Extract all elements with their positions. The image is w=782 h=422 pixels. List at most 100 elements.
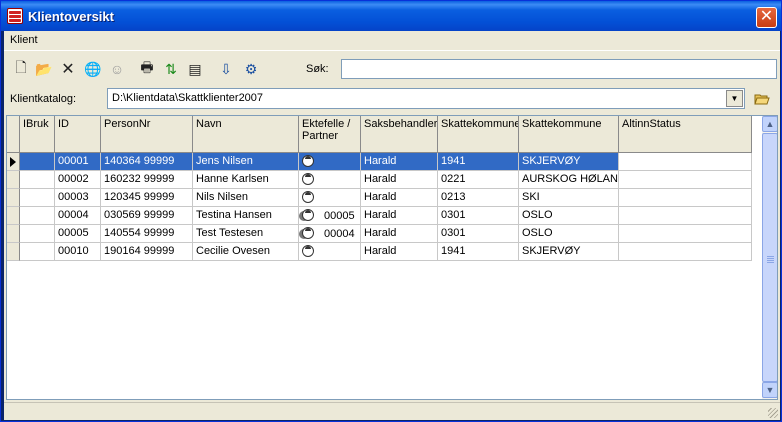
- row-indicator[interactable]: [7, 171, 20, 189]
- table-row[interactable]: 00005 140554 99999 Test Testesen 00004 Haral…: [7, 225, 752, 243]
- new-document-icon[interactable]: 🗋: [10, 59, 32, 79]
- cell-navn[interactable]: Hanne Karlsen: [193, 171, 299, 189]
- row-indicator[interactable]: [7, 207, 20, 225]
- cell-kommune-nr[interactable]: 0213: [438, 189, 519, 207]
- column-header-navn[interactable]: Navn: [193, 116, 299, 153]
- row-indicator[interactable]: [7, 243, 20, 261]
- cell-kommune-nr[interactable]: 1941: [438, 243, 519, 261]
- scroll-up-icon[interactable]: ▲: [762, 116, 777, 132]
- cell-personnr[interactable]: 120345 99999: [101, 189, 193, 207]
- cell-altinn[interactable]: [619, 153, 752, 171]
- printer-icon[interactable]: 🖶: [136, 59, 158, 79]
- cell-ibruk[interactable]: [20, 189, 55, 207]
- cell-saksbehandler[interactable]: Harald: [361, 243, 438, 261]
- column-header-altinn[interactable]: AltinnStatus: [619, 116, 752, 153]
- cell-navn[interactable]: Testina Hansen: [193, 207, 299, 225]
- column-header-saksbehandler[interactable]: Saksbehandler: [361, 116, 438, 153]
- row-indicator[interactable]: [7, 225, 20, 243]
- cell-saksbehandler[interactable]: Harald: [361, 189, 438, 207]
- cell-id[interactable]: 00010: [55, 243, 101, 261]
- cell-navn[interactable]: Nils Nilsen: [193, 189, 299, 207]
- cell-id[interactable]: 00001: [55, 153, 101, 171]
- cell-kommune-navn[interactable]: SKJERVØY: [519, 243, 619, 261]
- menu-bar: Klient: [4, 31, 780, 51]
- cell-id[interactable]: 00004: [55, 207, 101, 225]
- cell-kommune-navn[interactable]: OSLO: [519, 207, 619, 225]
- cell-altinn[interactable]: [619, 189, 752, 207]
- refresh-icon[interactable]: ⇅: [160, 59, 182, 79]
- cell-kommune-navn[interactable]: SKI: [519, 189, 619, 207]
- table-row[interactable]: 00004 030569 99999 Testina Hansen 00005 Hara…: [7, 207, 752, 225]
- cell-kommune-nr[interactable]: 0221: [438, 171, 519, 189]
- close-button[interactable]: ✕: [756, 7, 777, 28]
- partner-id: 00004: [324, 228, 355, 240]
- cell-navn[interactable]: Test Testesen: [193, 225, 299, 243]
- table-row[interactable]: 00002 160232 99999 Hanne Karlsen Harald 0221…: [7, 171, 752, 189]
- cell-partner[interactable]: [299, 153, 361, 171]
- cell-altinn[interactable]: [619, 207, 752, 225]
- cell-partner[interactable]: [299, 171, 361, 189]
- table-row[interactable]: 00003 120345 99999 Nils Nilsen Harald 0213 SK…: [7, 189, 752, 207]
- cell-partner[interactable]: [299, 243, 361, 261]
- cell-ibruk[interactable]: [20, 243, 55, 261]
- cell-navn[interactable]: Jens Nilsen: [193, 153, 299, 171]
- cell-kommune-nr[interactable]: 0301: [438, 225, 519, 243]
- vertical-scrollbar[interactable]: ▲ ▼: [762, 116, 777, 399]
- row-indicator[interactable]: [7, 153, 20, 171]
- cell-personnr[interactable]: 160232 99999: [101, 171, 193, 189]
- catalog-dropdown[interactable]: D:\Klientdata\Skattklienter2007 ▼: [107, 88, 745, 109]
- cell-partner[interactable]: [299, 189, 361, 207]
- cell-ibruk[interactable]: [20, 153, 55, 171]
- search-input[interactable]: [341, 59, 777, 79]
- cell-id[interactable]: 00003: [55, 189, 101, 207]
- settings-icon[interactable]: ⚙: [240, 59, 262, 79]
- face-icon[interactable]: ☺: [106, 59, 128, 79]
- column-header-ibruk[interactable]: IBruk: [20, 116, 55, 153]
- open-folder-icon[interactable]: 📂: [33, 59, 55, 79]
- cell-ibruk[interactable]: [20, 207, 55, 225]
- cell-saksbehandler[interactable]: Harald: [361, 207, 438, 225]
- column-header-personnr[interactable]: PersonNr: [101, 116, 193, 153]
- row-indicator[interactable]: [7, 189, 20, 207]
- cell-altinn[interactable]: [619, 171, 752, 189]
- scroll-down-icon[interactable]: ▼: [762, 382, 777, 398]
- resize-grip-icon[interactable]: [768, 408, 778, 418]
- cell-saksbehandler[interactable]: Harald: [361, 171, 438, 189]
- title-bar[interactable]: Klientoversikt ✕: [1, 1, 781, 31]
- cell-navn[interactable]: Cecilie Ovesen: [193, 243, 299, 261]
- cell-partner[interactable]: 00004: [299, 225, 361, 243]
- cell-altinn[interactable]: [619, 225, 752, 243]
- export-icon[interactable]: ⇩: [215, 59, 237, 79]
- cell-personnr[interactable]: 140554 99999: [101, 225, 193, 243]
- report-icon[interactable]: ▤: [184, 59, 206, 79]
- cell-kommune-nr[interactable]: 0301: [438, 207, 519, 225]
- cell-ibruk[interactable]: [20, 171, 55, 189]
- chevron-down-icon[interactable]: ▼: [726, 90, 743, 107]
- cell-saksbehandler[interactable]: Harald: [361, 225, 438, 243]
- cell-personnr[interactable]: 190164 99999: [101, 243, 193, 261]
- cell-id[interactable]: 00005: [55, 225, 101, 243]
- column-header-id[interactable]: ID: [55, 116, 101, 153]
- table-header: IBruk ID PersonNr Navn Ektefelle / Partn…: [7, 116, 752, 153]
- table-row[interactable]: 00010 190164 99999 Cecilie Ovesen Harald 194…: [7, 243, 752, 261]
- cell-kommune-nr[interactable]: 1941: [438, 153, 519, 171]
- cell-ibruk[interactable]: [20, 225, 55, 243]
- cell-partner[interactable]: 00005: [299, 207, 361, 225]
- cell-id[interactable]: 00002: [55, 171, 101, 189]
- cell-altinn[interactable]: [619, 243, 752, 261]
- cell-kommune-navn[interactable]: OSLO: [519, 225, 619, 243]
- cell-saksbehandler[interactable]: Harald: [361, 153, 438, 171]
- cell-kommune-navn[interactable]: SKJERVØY: [519, 153, 619, 171]
- column-header-partner[interactable]: Ektefelle / Partner: [299, 116, 361, 153]
- column-header-kommune-navn[interactable]: Skattekommune: [519, 116, 619, 153]
- browse-folder-icon[interactable]: [752, 89, 772, 109]
- column-header-kommune-nr[interactable]: Skattekommune: [438, 116, 519, 153]
- table-row[interactable]: 00001 140364 99999 Jens Nilsen Harald 1941 SK…: [7, 153, 752, 171]
- scroll-thumb[interactable]: [762, 133, 777, 382]
- delete-icon[interactable]: ✕: [57, 59, 79, 79]
- menu-item-klient[interactable]: Klient: [10, 34, 38, 46]
- cell-personnr[interactable]: 030569 99999: [101, 207, 193, 225]
- cell-kommune-navn[interactable]: AURSKOG HØLAND: [519, 171, 619, 189]
- globe-icon[interactable]: 🌐: [82, 59, 104, 79]
- cell-personnr[interactable]: 140364 99999: [101, 153, 193, 171]
